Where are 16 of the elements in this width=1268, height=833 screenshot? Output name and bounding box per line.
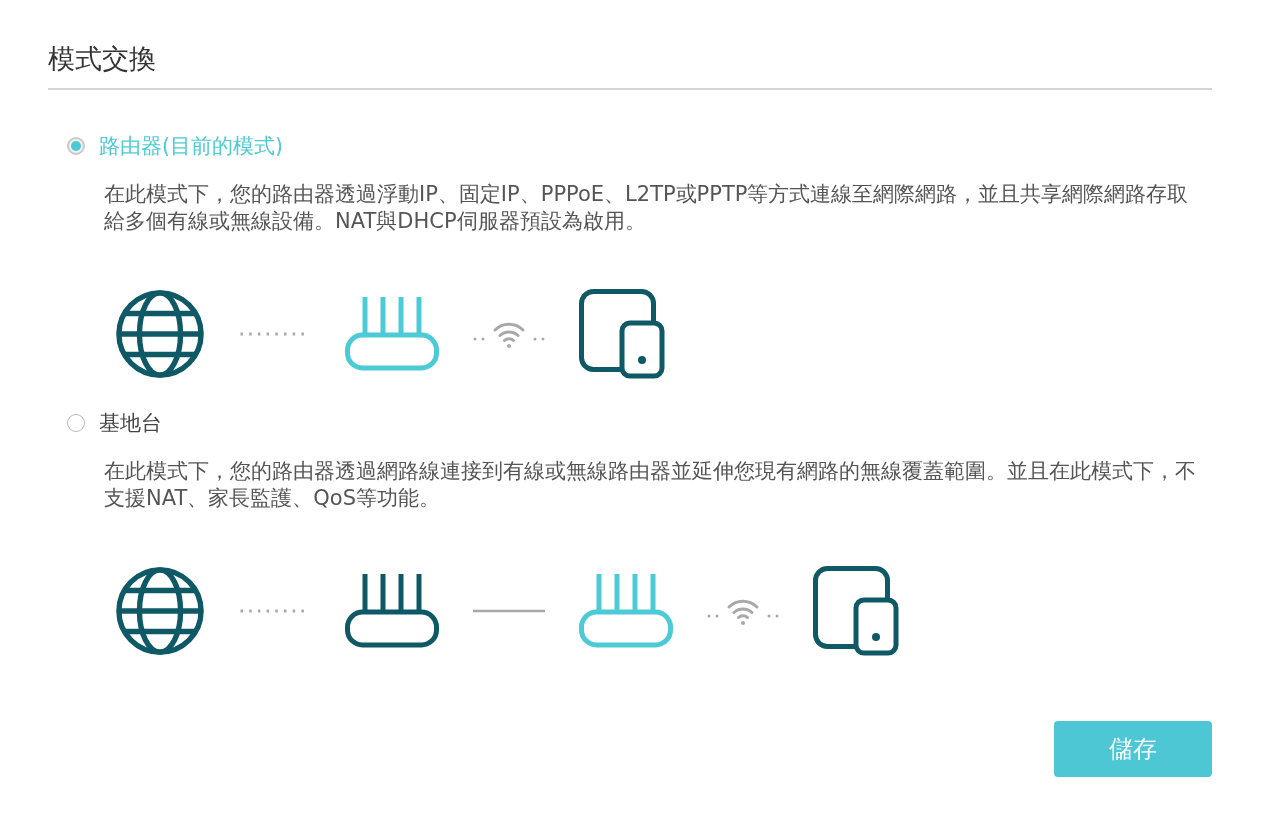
mode-description: 在此模式下，您的路由器透過網路線連接到有線或無線路由器並延伸您現有網路的無線覆蓋範圍。並且在此模式下，不支援NAT、家長監護、QoS等功能。 xyxy=(104,458,1197,512)
page-title: 模式交換 xyxy=(48,42,157,76)
mode-description: 在此模式下，您的路由器透過浮動IP、固定IP、PPPoE、L2TP或PPTP等方式連線至網際網路，並且共享網際網路存取給多個有線或無線設備。NAT與DHCP伺服器預設為啟用。 xyxy=(104,181,1190,235)
router-icon xyxy=(579,574,673,648)
mode-label[interactable]: 路由器(目前的模式) xyxy=(99,132,283,160)
mode-label[interactable]: 基地台 xyxy=(99,409,162,437)
radio-button[interactable] xyxy=(67,137,85,155)
solid-connector xyxy=(473,609,545,613)
router-icon xyxy=(345,574,439,648)
tablet-and-phone-icon xyxy=(579,289,665,379)
globe-icon xyxy=(115,289,205,379)
radio-button[interactable] xyxy=(67,414,85,432)
tablet-and-phone-icon xyxy=(813,566,899,656)
globe-icon xyxy=(115,566,205,656)
router-icon xyxy=(345,297,439,371)
save-button[interactable]: 儲存 xyxy=(1054,721,1212,777)
